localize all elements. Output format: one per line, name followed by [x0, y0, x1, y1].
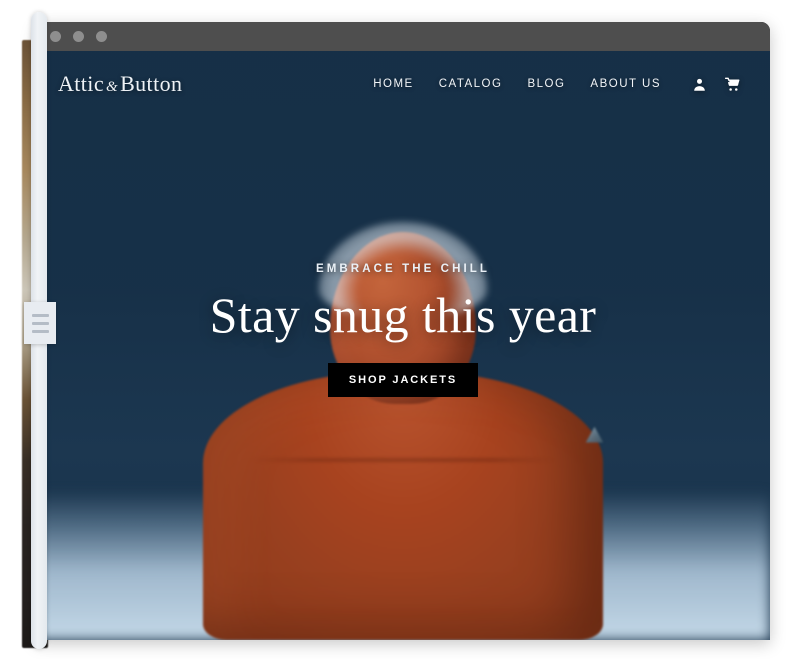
site-logo[interactable]: Attic &Button — [58, 71, 182, 97]
browser-window: Attic&Button HOME CATALOG BLOG ABOUT US — [36, 22, 770, 640]
cart-icon[interactable] — [725, 77, 740, 92]
jacket-body — [203, 372, 603, 640]
hero-headline: Stay snug this year — [209, 287, 597, 343]
shop-jackets-button[interactable]: SHOP JACKETS — [327, 363, 479, 397]
header-icon-group — [692, 77, 740, 92]
site-header: Attic &Button HOME CATALOG BLOG ABOUT US — [36, 51, 770, 117]
logo-second-word: Button — [120, 71, 183, 96]
grip-line — [31, 329, 49, 333]
account-icon[interactable] — [692, 77, 707, 92]
hero-copy: EMBRACE THE CHILL Stay snug this year SH… — [36, 263, 770, 397]
site-viewport: Attic&Button HOME CATALOG BLOG ABOUT US — [36, 51, 770, 640]
image-compare-handle[interactable] — [24, 302, 56, 344]
logo-ampersand: & — [106, 79, 119, 95]
nav-link-catalog[interactable]: CATALOG — [439, 78, 503, 90]
grip-line — [31, 313, 49, 317]
primary-nav: HOME CATALOG BLOG ABOUT US — [373, 77, 740, 92]
minimize-dot[interactable] — [73, 31, 84, 42]
jacket-seam — [253, 458, 553, 462]
logo-first-word: Attic — [58, 71, 104, 96]
nav-link-about-us[interactable]: ABOUT US — [590, 78, 661, 90]
nav-link-home[interactable]: HOME — [373, 78, 414, 90]
close-dot[interactable] — [50, 31, 61, 42]
nav-link-blog[interactable]: BLOG — [527, 78, 565, 90]
window-titlebar — [36, 22, 770, 51]
hero-eyebrow: EMBRACE THE CHILL — [315, 263, 491, 275]
grip-line — [31, 321, 49, 325]
maximize-dot[interactable] — [96, 31, 107, 42]
